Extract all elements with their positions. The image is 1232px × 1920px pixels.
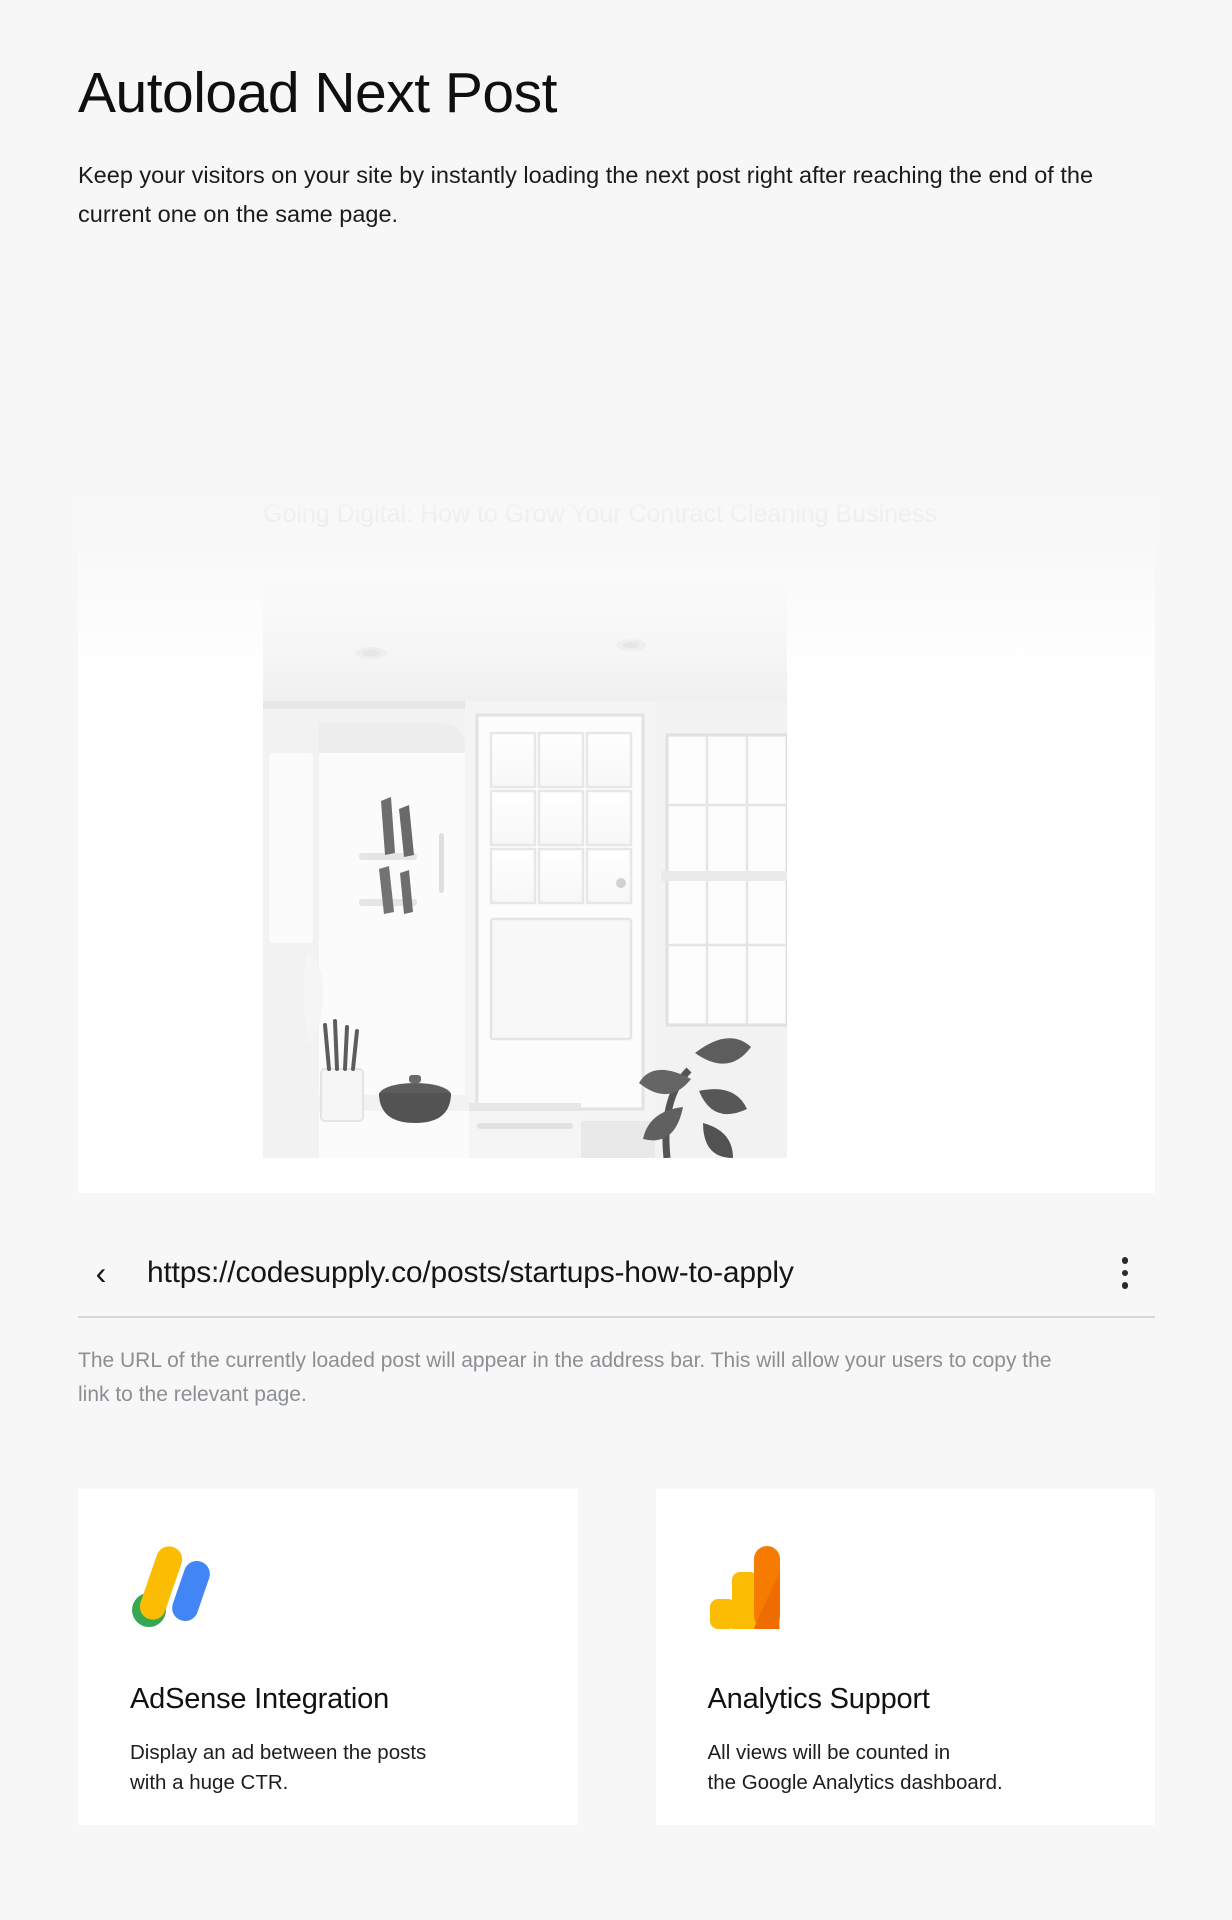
preview-post-image (263, 583, 787, 1158)
page-subtitle: Keep your visitors on your site by insta… (78, 161, 1094, 228)
kebab-dot (1121, 1257, 1129, 1264)
feature-cards: AdSense Integration Display an ad betwee… (78, 1489, 1155, 1825)
feature-card-analytics: Analytics Support All views will be coun… (655, 1489, 1155, 1825)
feature-card-description: Display an ad between the posts with a h… (130, 1741, 427, 1795)
feature-card-description: All views will be counted in the Google … (707, 1741, 1003, 1795)
url-input[interactable]: https://codesupply.co/posts/startups-how… (124, 1256, 1095, 1290)
feature-card-adsense: AdSense Integration Display an ad betwee… (78, 1489, 578, 1825)
autoload-next-post-page: Autoload Next Post Keep your visitors on… (0, 0, 1232, 1920)
chevron-left-icon[interactable]: ‹ (78, 1257, 124, 1289)
address-bar[interactable]: ‹ https://codesupply.co/posts/startups-h… (78, 1230, 1155, 1316)
post-preview-inner: Going Digital: How to Grow Your Contract… (78, 458, 1155, 1193)
kebab-dot (1121, 1269, 1129, 1277)
preview-post-title: Going Digital: How to Grow Your Contract… (263, 500, 937, 528)
address-bar-caption: The URL of the currently loaded post wil… (78, 1349, 1052, 1407)
page-title: Autoload Next Post (78, 61, 557, 125)
kebab-menu-icon[interactable] (1095, 1257, 1155, 1289)
feature-card-title: Analytics Support (707, 1683, 930, 1715)
feature-card-title: AdSense Integration (130, 1683, 389, 1715)
google-adsense-icon (130, 1542, 526, 1629)
post-preview-panel: Going Digital: How to Grow Your Contract… (78, 458, 1155, 1193)
kebab-dot (1121, 1282, 1129, 1289)
google-analytics-icon (708, 1543, 1104, 1629)
address-bar-divider (78, 1316, 1155, 1318)
page-header: Autoload Next Post Keep your visitors on… (78, 61, 1158, 235)
